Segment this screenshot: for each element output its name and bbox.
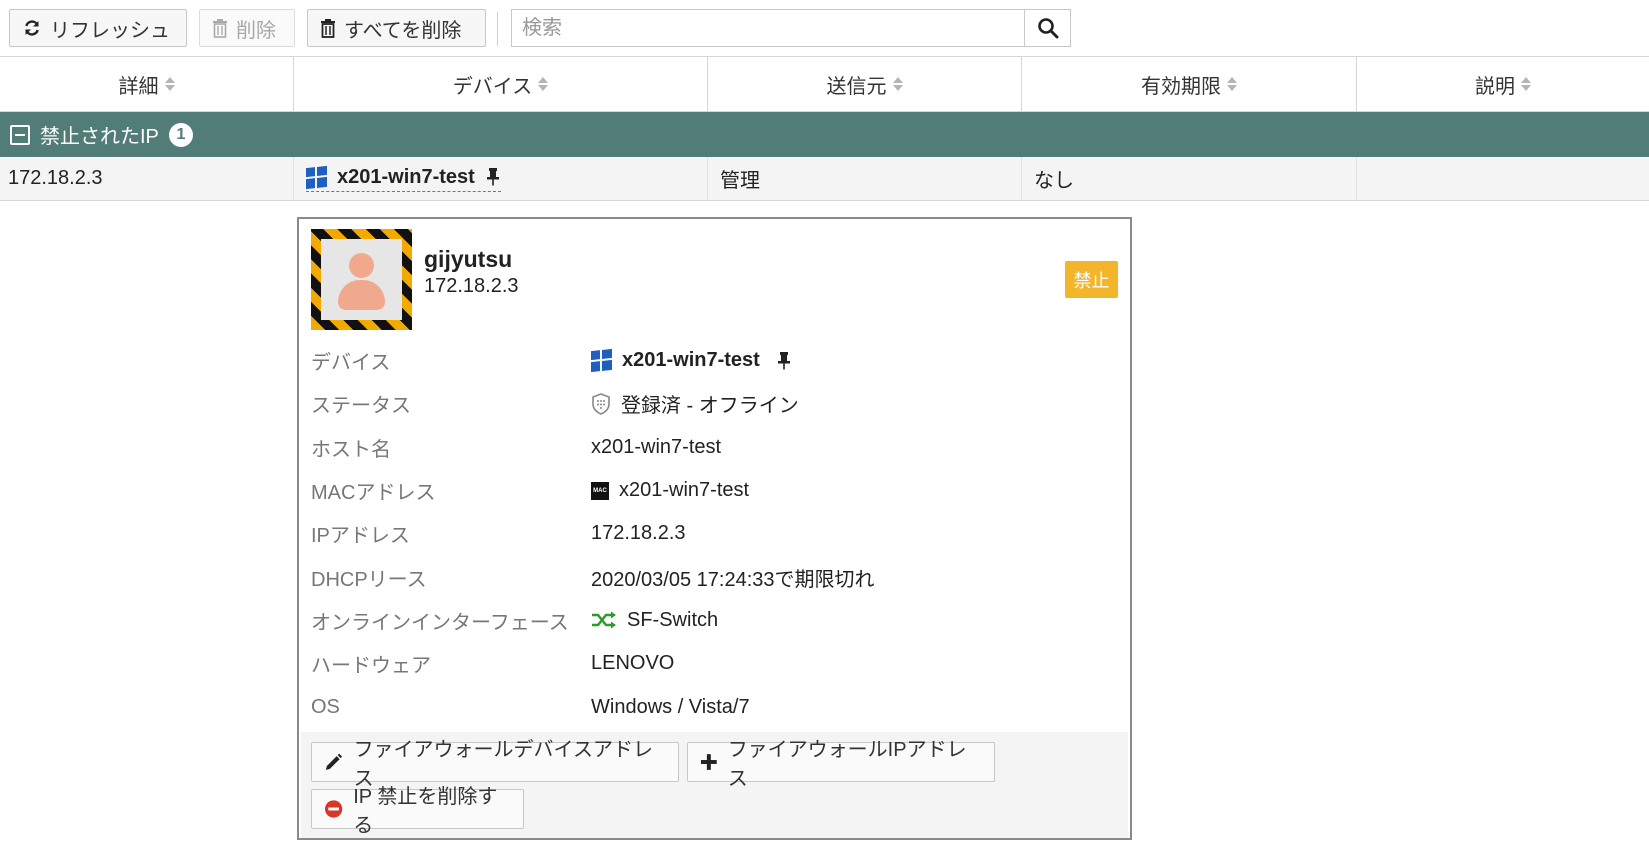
pin-icon bbox=[777, 351, 790, 370]
pin-icon bbox=[486, 168, 499, 186]
group-header-banned-ip[interactable]: 禁止されたIP 1 bbox=[0, 112, 1649, 157]
detail-row-dhcp: DHCPリース 2020/03/05 17:24:33で期限切れ bbox=[311, 568, 875, 591]
no-entry-icon bbox=[324, 800, 343, 818]
status-badge: 禁止 bbox=[1065, 261, 1118, 298]
search-button[interactable] bbox=[1024, 10, 1070, 46]
sort-icon bbox=[1227, 77, 1237, 91]
detail-row-hostname: ホスト名 x201-win7-test bbox=[311, 435, 722, 461]
detail-list: デバイス x201-win7-test ステータス 登録済 - オフライン ホス… bbox=[311, 339, 1111, 729]
delete-button[interactable]: 削除 bbox=[199, 9, 295, 47]
avatar bbox=[311, 229, 412, 330]
cell-expires: なし bbox=[1022, 157, 1357, 200]
refresh-label: リフレッシュ bbox=[50, 19, 170, 42]
plus-icon bbox=[700, 754, 717, 770]
popup-actions: ファイアウォールデバイスアドレス ファイアウォールIPアドレス IP 禁止を削除… bbox=[301, 732, 1128, 838]
sort-icon bbox=[892, 77, 903, 91]
detail-row-hardware: ハードウェア LENOVO bbox=[311, 652, 675, 678]
delete-all-button[interactable]: すべてを削除 bbox=[307, 9, 486, 47]
cell-detail: 172.18.2.3 bbox=[0, 157, 294, 200]
sort-icon bbox=[538, 77, 549, 91]
column-header-device[interactable]: デバイス bbox=[294, 57, 708, 111]
search-icon bbox=[1037, 18, 1058, 39]
mac-icon: MAC bbox=[591, 481, 609, 500]
detail-row-ip: IPアドレス 172.18.2.3 bbox=[311, 522, 686, 548]
table-header: 詳細 デバイス 送信元 有効期限 説明 bbox=[0, 56, 1649, 112]
detail-row-os: OS Windows / Vista/7 bbox=[311, 695, 750, 718]
firewall-ip-address-button[interactable]: ファイアウォールIPアドレス bbox=[687, 739, 995, 790]
remove-ip-ban-button[interactable]: IP 禁止を削除する bbox=[311, 786, 524, 837]
detail-row-interface: オンラインインターフェース SF-Switch bbox=[311, 608, 719, 634]
cell-source: 管理 bbox=[708, 157, 1022, 200]
device-name: x201-win7-test bbox=[337, 165, 475, 188]
cell-device: x201-win7-test bbox=[294, 157, 708, 200]
column-header-description[interactable]: 説明 bbox=[1357, 57, 1649, 111]
detail-row-device: デバイス x201-win7-test bbox=[311, 339, 1111, 382]
windows-icon bbox=[306, 165, 327, 189]
column-header-detail[interactable]: 詳細 bbox=[0, 57, 294, 111]
device-detail-popup: gijyutsu 172.18.2.3 禁止 デバイス x201-win7-te… bbox=[297, 217, 1132, 840]
table-row[interactable]: 172.18.2.3 x201-win7-test 管理 なし bbox=[0, 157, 1649, 201]
group-label: 禁止されたIP bbox=[40, 126, 159, 148]
detail-row-mac: MACアドレス MAC x201-win7-test bbox=[311, 479, 750, 505]
trash-icon bbox=[321, 19, 335, 38]
device-link[interactable]: x201-win7-test bbox=[306, 165, 501, 192]
refresh-button[interactable]: リフレッシュ bbox=[9, 9, 187, 47]
search-box bbox=[511, 9, 1071, 47]
refresh-icon bbox=[25, 20, 39, 36]
popup-ip: 172.18.2.3 bbox=[424, 275, 519, 297]
sort-icon bbox=[1521, 77, 1531, 91]
collapse-icon[interactable] bbox=[10, 124, 30, 145]
shuffle-icon bbox=[592, 611, 616, 629]
windows-icon bbox=[591, 349, 612, 373]
cell-description bbox=[1357, 157, 1649, 200]
shield-icon bbox=[592, 393, 610, 415]
column-header-expires[interactable]: 有効期限 bbox=[1022, 57, 1357, 111]
search-input[interactable] bbox=[512, 10, 1024, 46]
toolbar-divider bbox=[497, 12, 498, 46]
delete-all-label: すべてを削除 bbox=[344, 19, 462, 42]
popup-username: gijyutsu bbox=[424, 246, 513, 272]
trash-icon bbox=[213, 19, 227, 38]
delete-label: 削除 bbox=[236, 19, 276, 42]
group-count-badge: 1 bbox=[168, 122, 193, 147]
toolbar: リフレッシュ 削除 すべてを削除 bbox=[0, 0, 1649, 56]
sort-icon bbox=[164, 77, 175, 91]
column-header-source[interactable]: 送信元 bbox=[708, 57, 1022, 111]
detail-row-status: ステータス 登録済 - オフライン bbox=[311, 382, 1111, 425]
firewall-device-address-button[interactable]: ファイアウォールデバイスアドレス bbox=[311, 739, 679, 790]
pencil-icon bbox=[325, 753, 343, 770]
